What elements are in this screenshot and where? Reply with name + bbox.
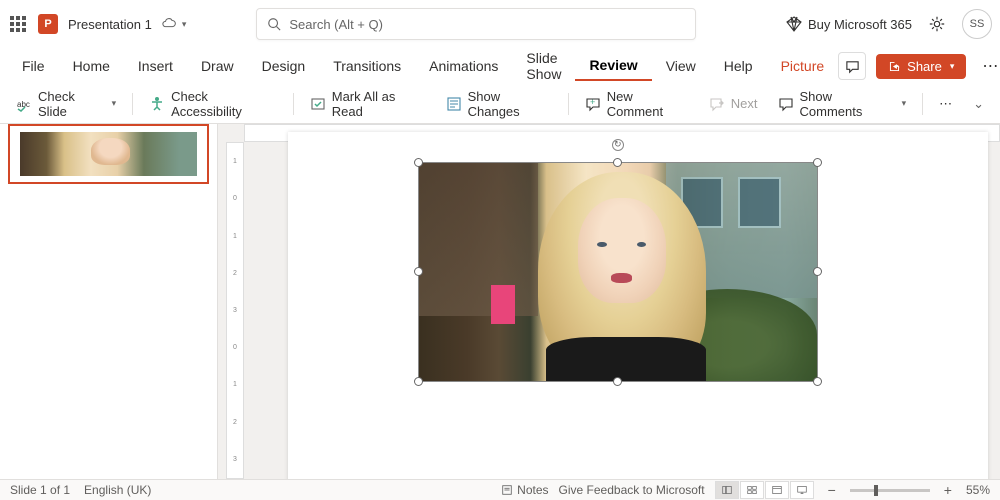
- tab-slideshow[interactable]: Slide Show: [512, 44, 575, 88]
- more-commands-button[interactable]: ⋯: [931, 92, 961, 116]
- share-icon: [888, 60, 901, 73]
- new-comment-icon: +: [585, 96, 601, 112]
- show-changes-icon: [446, 96, 462, 112]
- ribbon-tabs: File Home Insert Draw Design Transitions…: [0, 48, 1000, 84]
- tab-design[interactable]: Design: [248, 52, 320, 80]
- search-placeholder: Search (Alt + Q): [289, 17, 383, 32]
- vertical-ruler: 101230123: [226, 142, 244, 479]
- normal-view-button[interactable]: [715, 481, 739, 499]
- slide-counter[interactable]: Slide 1 of 1: [10, 483, 70, 497]
- mark-read-icon: [310, 96, 326, 112]
- accessibility-icon: [149, 96, 165, 112]
- resize-handle-n[interactable]: [613, 158, 622, 167]
- tab-transitions[interactable]: Transitions: [319, 52, 415, 80]
- saved-indicator[interactable]: ▾: [162, 17, 187, 31]
- collapse-ribbon-button[interactable]: ⌄: [965, 92, 992, 116]
- language-indicator[interactable]: English (UK): [84, 483, 151, 497]
- thumbnail-image: [20, 132, 197, 177]
- resize-handle-sw[interactable]: [414, 377, 423, 386]
- tab-help[interactable]: Help: [710, 52, 767, 80]
- main-editor: 101230123: [0, 124, 1000, 479]
- powerpoint-logo-icon: P: [38, 14, 58, 34]
- tab-draw[interactable]: Draw: [187, 52, 248, 80]
- search-icon: [267, 17, 281, 31]
- spellcheck-icon: abc: [16, 96, 32, 112]
- view-mode-buttons: [715, 481, 814, 499]
- slide-thumbnail-1[interactable]: [8, 124, 209, 184]
- tab-animations[interactable]: Animations: [415, 52, 512, 80]
- notes-icon: [501, 484, 513, 496]
- zoom-level[interactable]: 55%: [966, 483, 990, 497]
- app-launcher-icon[interactable]: [8, 14, 28, 34]
- next-icon: [709, 96, 725, 112]
- show-changes-button[interactable]: Show Changes: [438, 85, 560, 123]
- chevron-down-icon: ▾: [950, 61, 955, 72]
- document-title[interactable]: Presentation 1: [68, 17, 152, 32]
- title-bar: P Presentation 1 ▾ Search (Alt + Q) Buy …: [0, 0, 1000, 48]
- tab-file[interactable]: File: [8, 52, 59, 80]
- cloud-saved-icon: [162, 17, 176, 31]
- resize-handle-w[interactable]: [414, 267, 423, 276]
- more-options-button[interactable]: ⋯: [976, 52, 1000, 80]
- tab-insert[interactable]: Insert: [124, 52, 187, 80]
- zoom-slider[interactable]: [850, 489, 930, 492]
- check-accessibility-button[interactable]: Check Accessibility: [141, 85, 285, 123]
- reading-icon: [771, 485, 783, 495]
- rotation-handle[interactable]: [612, 139, 624, 151]
- tab-view[interactable]: View: [652, 52, 710, 80]
- svg-text:+: +: [590, 97, 595, 107]
- resize-handle-e[interactable]: [813, 267, 822, 276]
- new-comment-button[interactable]: + New Comment: [577, 85, 697, 123]
- comments-pane-button[interactable]: [838, 52, 866, 80]
- normal-view-icon: [721, 485, 733, 495]
- check-slide-button[interactable]: abc Check Slide ▾: [8, 85, 124, 123]
- reading-view-button[interactable]: [765, 481, 789, 499]
- chevron-down-icon: ▾: [112, 98, 117, 109]
- chevron-down-icon: ▾: [902, 98, 907, 109]
- mark-all-read-button[interactable]: Mark All as Read: [302, 85, 434, 123]
- zoom-out-button[interactable]: −: [824, 482, 840, 498]
- diamond-icon: [786, 16, 802, 32]
- selected-picture[interactable]: [418, 162, 818, 382]
- tab-picture[interactable]: Picture: [767, 52, 839, 80]
- comment-icon: [845, 59, 860, 74]
- settings-gear-icon[interactable]: [928, 15, 946, 33]
- ribbon-commands: abc Check Slide ▾ Check Accessibility Ma…: [0, 84, 1000, 124]
- present-icon: [796, 485, 808, 495]
- zoom-slider-thumb[interactable]: [874, 485, 878, 496]
- slide-thumbnail-panel[interactable]: [0, 124, 218, 479]
- feedback-link[interactable]: Give Feedback to Microsoft: [559, 483, 705, 497]
- notes-button[interactable]: Notes: [501, 483, 548, 497]
- tab-home[interactable]: Home: [59, 52, 124, 80]
- show-comments-icon: [778, 96, 794, 112]
- share-button[interactable]: Share ▾: [876, 54, 966, 79]
- user-avatar[interactable]: SS: [962, 9, 992, 39]
- grid-icon: [746, 485, 758, 495]
- search-input[interactable]: Search (Alt + Q): [256, 8, 696, 40]
- show-comments-button[interactable]: Show Comments ▾: [770, 85, 915, 123]
- resize-handle-s[interactable]: [613, 377, 622, 386]
- tab-review[interactable]: Review: [575, 51, 651, 81]
- picture-content: [419, 163, 817, 381]
- resize-handle-se[interactable]: [813, 377, 822, 386]
- status-bar: Slide 1 of 1 English (UK) Notes Give Fee…: [0, 479, 1000, 500]
- buy-microsoft-365-button[interactable]: Buy Microsoft 365: [786, 16, 912, 32]
- resize-handle-ne[interactable]: [813, 158, 822, 167]
- sorter-view-button[interactable]: [740, 481, 764, 499]
- zoom-in-button[interactable]: +: [940, 482, 956, 498]
- slide-canvas[interactable]: [288, 132, 988, 479]
- resize-handle-nw[interactable]: [414, 158, 423, 167]
- next-comment-button: Next: [701, 92, 766, 116]
- slideshow-view-button[interactable]: [790, 481, 814, 499]
- slide-editor-canvas[interactable]: 101230123: [218, 124, 1000, 479]
- chevron-down-icon: ▾: [182, 19, 187, 30]
